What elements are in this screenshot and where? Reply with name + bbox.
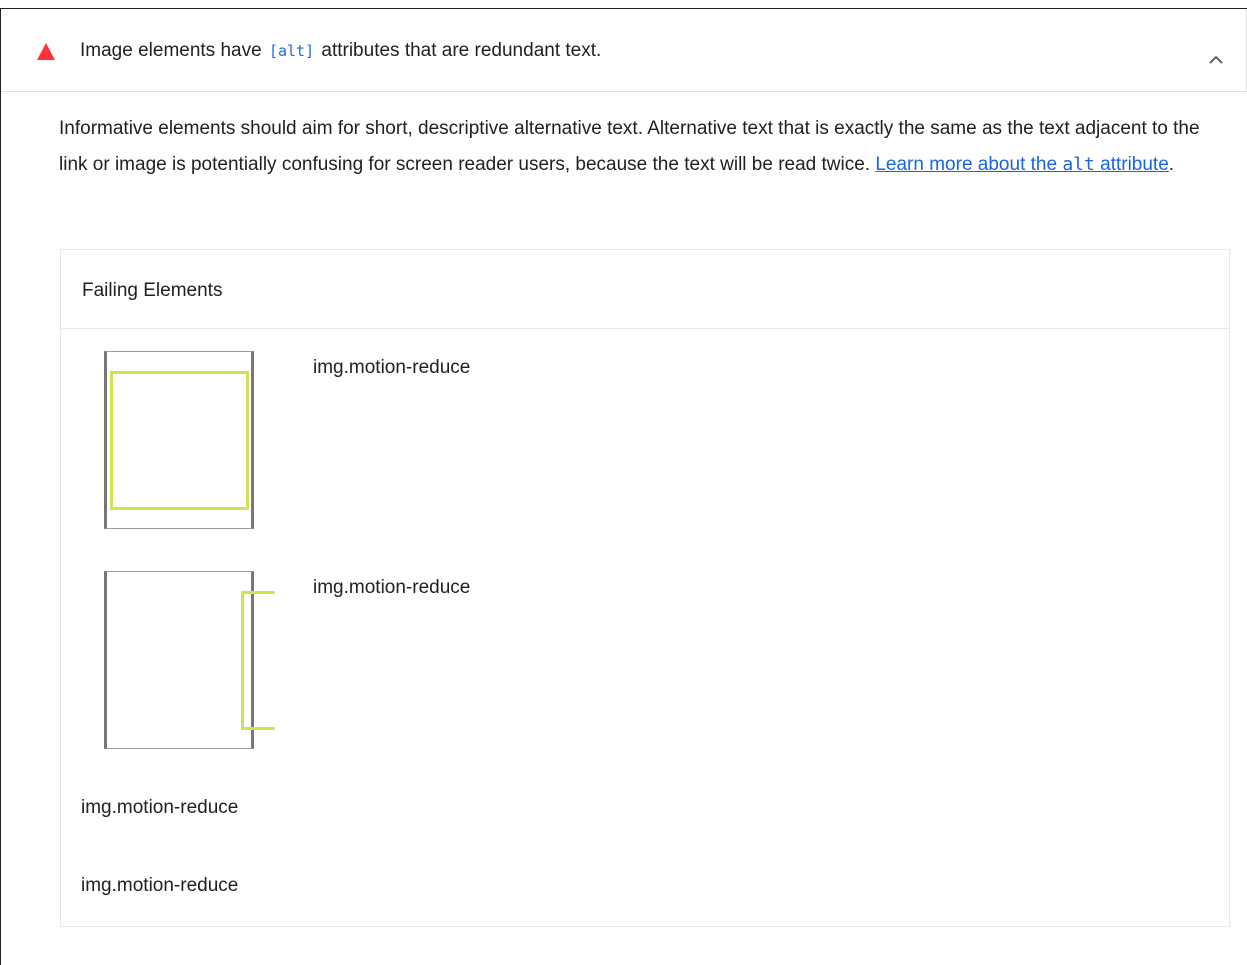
element-highlight-box bbox=[110, 371, 249, 510]
element-highlight-box bbox=[241, 591, 275, 730]
failing-elements-table: Failing Elements img.motion-reduce img.m… bbox=[60, 249, 1230, 927]
audit-title-prefix: Image elements have bbox=[80, 40, 267, 61]
description-trailing: . bbox=[1168, 154, 1175, 175]
node-label: img.motion-reduce bbox=[313, 577, 471, 598]
learn-more-link[interactable]: Learn more about the alt attribute bbox=[875, 154, 1168, 175]
audit-panel: Image elements have [alt] attributes tha… bbox=[0, 8, 1247, 965]
audit-title-code: [alt] bbox=[268, 42, 315, 60]
audit-title: Image elements have [alt] attributes tha… bbox=[80, 39, 601, 63]
failing-elements-heading: Failing Elements bbox=[61, 250, 1229, 329]
node-label: img.motion-reduce bbox=[313, 357, 471, 378]
element-screenshot-thumbnail bbox=[104, 571, 275, 749]
fail-triangle-icon bbox=[37, 43, 55, 60]
learn-more-link-prefix: Learn more about the bbox=[875, 154, 1063, 175]
learn-more-link-suffix: attribute bbox=[1094, 154, 1169, 175]
learn-more-link-code: alt bbox=[1062, 154, 1095, 175]
audit-description: Informative elements should aim for shor… bbox=[59, 111, 1209, 183]
audit-header[interactable]: Image elements have [alt] attributes tha… bbox=[1, 9, 1247, 92]
chevron-up-icon[interactable] bbox=[1201, 45, 1231, 75]
audit-title-suffix: attributes that are redundant text. bbox=[316, 40, 602, 61]
element-screenshot-thumbnail bbox=[104, 351, 254, 529]
node-label: img.motion-reduce bbox=[81, 875, 239, 896]
node-label: img.motion-reduce bbox=[81, 797, 239, 818]
